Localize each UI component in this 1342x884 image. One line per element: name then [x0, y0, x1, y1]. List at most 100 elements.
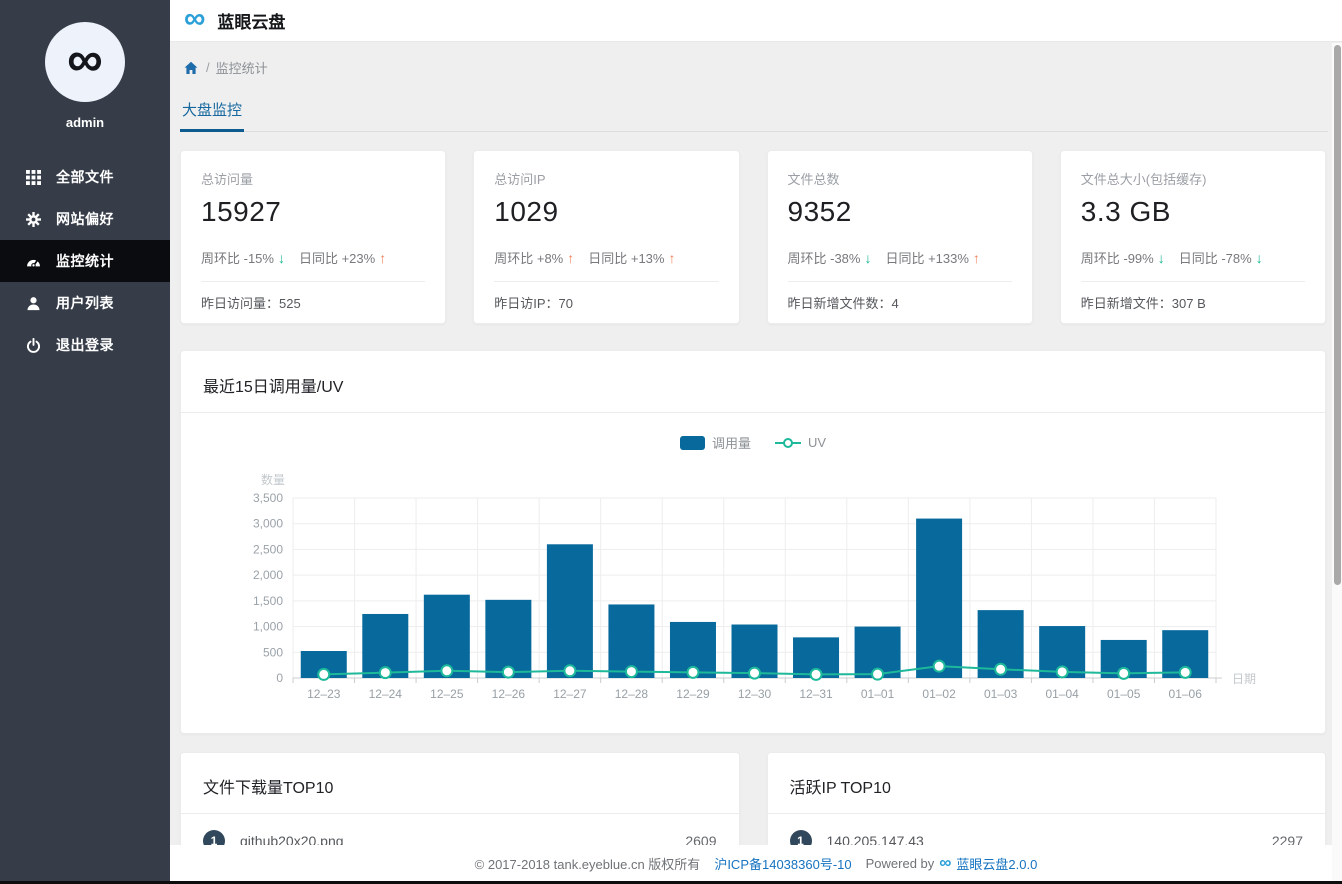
icp-link[interactable]: 沪ICP备14038360号-10 [714, 854, 851, 873]
stat-footer-value: 4 [891, 296, 899, 311]
svg-text:12–31: 12–31 [799, 687, 833, 701]
app-window: ∞ admin 全部文件 网站偏好 监控统计 用户列表 退出登录 ∞ 蓝眼云盘 … [0, 0, 1342, 884]
bar-swatch-icon [679, 435, 705, 450]
trend-arrow-icon: ↑ [567, 249, 575, 266]
uv-point-01-02 [932, 659, 946, 673]
svg-text:12–27: 12–27 [553, 687, 587, 701]
trend-day: 日同比 -78% [1178, 251, 1252, 266]
breadcrumb: / 监控统计 [184, 58, 1342, 77]
stat-label: 总访问量 [201, 172, 254, 187]
uv-point-01-01 [871, 667, 885, 681]
app-logo-icon: ∞ [184, 1, 206, 35]
breadcrumb-current: 监控统计 [215, 61, 268, 76]
stat-footer-value: 307 B [1171, 296, 1206, 311]
svg-text:12–26: 12–26 [492, 687, 526, 701]
chart-title: 最近15日调用量/UV [203, 379, 344, 396]
legend-label: 调用量 [711, 436, 751, 451]
home-icon[interactable] [184, 61, 198, 75]
user-icon [26, 296, 41, 311]
uv-point-12-27 [563, 664, 577, 678]
stat-card-total-visits: 总访问量 15927 周环比 -15% ↓ 日同比 +23% ↑ 昨日访问量：525 [180, 150, 447, 324]
svg-text:日期: 日期 [1232, 672, 1256, 686]
sidebar-item-site-preferences[interactable]: 网站偏好 [0, 198, 170, 240]
legend-item-line[interactable]: UV [774, 435, 826, 450]
main-content: ∞ 蓝眼云盘 / 监控统计 大盘监控 总访问量 15927 周环比 -15% ↓ … [170, 0, 1342, 884]
avatar-logo-icon: ∞ [67, 31, 103, 87]
sidebar-item-user-list[interactable]: 用户列表 [0, 282, 170, 324]
uv-point-12-26 [501, 665, 515, 679]
svg-text:数量: 数量 [261, 472, 285, 487]
svg-text:2,000: 2,000 [253, 568, 283, 582]
breadcrumb-separator: / [206, 60, 210, 75]
sidebar-item-label: 监控统计 [56, 253, 114, 269]
chart-canvas: 0 500 1,000 1,500 2,000 2,500 3,000 3,500 数量日期 12… [253, 472, 1256, 701]
list-title: 活跃IP TOP10 [789, 780, 891, 797]
sidebar-item-logout[interactable]: 退出登录 [0, 324, 170, 366]
username: admin [65, 115, 105, 130]
svg-text:500: 500 [263, 645, 283, 659]
sidebar-menu: 全部文件 网站偏好 监控统计 用户列表 退出登录 [0, 156, 170, 366]
svg-text:01–04: 01–04 [1045, 687, 1079, 701]
page-footer: © 2017-2018 tank.eyeblue.cn 版权所有 沪ICP备14… [170, 845, 1342, 881]
legend-item-bar[interactable]: 调用量 [679, 433, 751, 452]
stat-trends: 周环比 -99% ↓ 日同比 -78% ↓ [1081, 248, 1305, 267]
stat-value: 1029 [494, 196, 559, 227]
svg-text:12–29: 12–29 [676, 687, 710, 701]
trend-week: 周环比 -15% [201, 251, 274, 266]
sidebar-item-all-files[interactable]: 全部文件 [0, 156, 170, 198]
stat-label: 文件总数 [787, 172, 840, 187]
uv-point-12-31 [809, 667, 823, 681]
product-link[interactable]: 蓝眼云盘2.0.0 [956, 854, 1037, 873]
grid-icon [26, 169, 41, 185]
svg-text:01–05: 01–05 [1107, 687, 1141, 701]
scrollbar-track[interactable] [1332, 43, 1342, 881]
trend-arrow-icon: ↑ [379, 249, 387, 266]
trend-arrow-icon: ↓ [1255, 249, 1263, 266]
svg-text:01–03: 01–03 [984, 687, 1018, 701]
tab-bar: 大盘监控 [180, 99, 1328, 132]
stat-label: 总访问IP [494, 172, 546, 187]
trend-week: 周环比 -99% [1080, 251, 1154, 266]
divider [1080, 281, 1305, 282]
stat-card-total-ips: 总访问IP 1029 周环比 +8% ↑ 日同比 +13% ↑ 昨日访IP：70 [473, 150, 740, 324]
svg-text:12–24: 12–24 [369, 687, 403, 701]
stat-footer-label: 昨日访问量： [201, 296, 280, 311]
gear-icon [26, 211, 41, 227]
trend-day: 日同比 +13% [588, 251, 665, 266]
bar-12-27 [546, 544, 593, 678]
stat-value: 15927 [201, 196, 282, 227]
sidebar-item-monitor-stats[interactable]: 监控统计 [0, 240, 170, 282]
svg-text:3,000: 3,000 [253, 517, 283, 531]
uv-point-12-29 [686, 665, 700, 679]
list-title: 文件下载量TOP10 [203, 780, 334, 797]
stat-value: 9352 [787, 196, 852, 227]
stat-card-row: 总访问量 15927 周环比 -15% ↓ 日同比 +23% ↑ 昨日访问量：525… [180, 150, 1326, 324]
app-title: 蓝眼云盘 [217, 13, 286, 32]
stat-footer-value: 70 [558, 296, 574, 311]
svg-text:12–28: 12–28 [615, 687, 649, 701]
trend-week: 周环比 +8% [494, 251, 564, 266]
svg-text:01–01: 01–01 [861, 687, 895, 701]
trend-day: 日同比 +133% [885, 251, 969, 266]
svg-text:2,500: 2,500 [253, 542, 283, 556]
sidebar-item-label: 全部文件 [56, 169, 114, 185]
stat-value: 3.3 GB [1080, 196, 1171, 227]
scrollbar-thumb[interactable] [1334, 45, 1341, 585]
svg-text:12–23: 12–23 [307, 687, 341, 701]
sidebar: ∞ admin 全部文件 网站偏好 监控统计 用户列表 退出登录 [0, 0, 170, 884]
tab-dashboard-monitor[interactable]: 大盘监控 [180, 99, 245, 132]
chart-card: 最近15日调用量/UV 调用量 UV 0 500 1,000 1,500 2,000 2,… [180, 350, 1326, 734]
bar-01-02 [916, 518, 963, 678]
bar-line-chart: 0 500 1,000 1,500 2,000 2,500 3,000 3,500 数量 日期 12… [181, 458, 1325, 715]
svg-text:01–02: 01–02 [922, 687, 956, 701]
avatar[interactable]: ∞ [45, 22, 125, 102]
trend-arrow-icon: ↓ [1157, 249, 1165, 266]
svg-text:12–25: 12–25 [430, 687, 464, 701]
svg-text:1,000: 1,000 [253, 620, 283, 634]
divider [181, 412, 1325, 413]
trend-day: 日同比 +23% [298, 251, 376, 266]
uv-point-01-04 [1055, 665, 1069, 679]
sidebar-item-label: 网站偏好 [56, 211, 114, 227]
stat-footer-label: 昨日新增文件： [1080, 296, 1172, 311]
uv-point-12-28 [624, 665, 638, 679]
